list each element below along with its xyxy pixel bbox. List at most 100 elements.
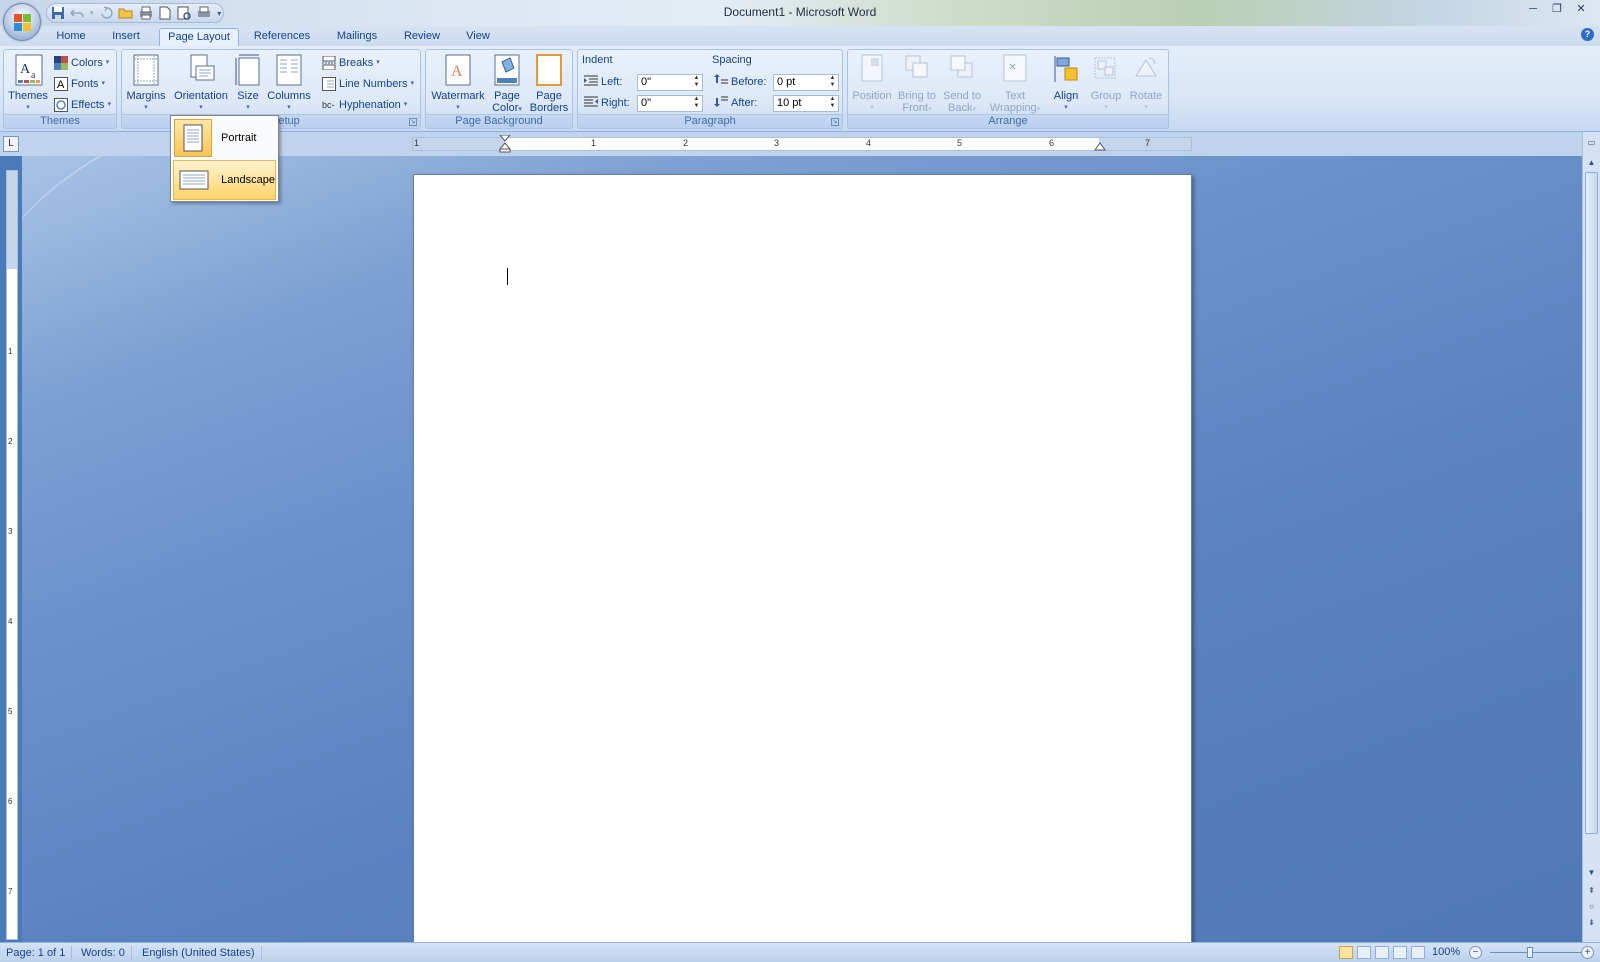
full-screen-reading-view-icon[interactable]	[1357, 946, 1371, 959]
spacing-after-spinner-icon[interactable]: ▲ ▼	[828, 96, 837, 111]
quick-print-icon[interactable]	[138, 6, 154, 20]
zoom-in-icon[interactable]: +	[1581, 946, 1594, 959]
indent-left-spinner-icon[interactable]: ▲ ▼	[692, 75, 701, 90]
scroll-down-icon[interactable]: ▼	[1585, 866, 1598, 879]
bring-to-front-button[interactable]: Bring to Front▾	[894, 54, 940, 116]
spacing-after-field[interactable]: 10 pt ▲ ▼	[773, 95, 839, 112]
tab-references[interactable]: References	[250, 28, 314, 47]
indent-title: Indent	[582, 54, 613, 66]
orientation-button[interactable]: Orientation ▾	[172, 54, 230, 114]
horizontal-ruler[interactable]: 1 1 2 3 4 5 6 7	[412, 135, 1192, 153]
send-to-back-button[interactable]: Send to Back▾	[940, 54, 984, 116]
rotate-button[interactable]: Rotate ▾	[1126, 54, 1166, 114]
office-logo-icon	[14, 14, 32, 32]
tab-review[interactable]: Review	[400, 28, 444, 47]
language-indicator[interactable]: English (United States)	[136, 946, 262, 960]
zoom-slider-thumb[interactable]	[1527, 947, 1533, 958]
fonts-button[interactable]: A Fonts ▾	[54, 75, 105, 93]
undo-dropdown-icon[interactable]: ▾	[89, 6, 95, 20]
print-layout-view-icon[interactable]	[1339, 946, 1353, 959]
group-button[interactable]: Group ▾	[1086, 54, 1126, 114]
margins-button[interactable]: Margins ▾	[126, 54, 166, 114]
close-icon[interactable]: ✕	[1570, 1, 1592, 17]
tab-view[interactable]: View	[461, 28, 495, 47]
tab-page-layout[interactable]: Page Layout	[159, 28, 239, 47]
print-preview-icon[interactable]	[177, 6, 192, 20]
svg-text:a: a	[31, 70, 36, 81]
previous-page-icon[interactable]: ⇞	[1585, 884, 1598, 897]
page-count[interactable]: Page: 1 of 1	[0, 946, 73, 960]
align-icon	[1053, 54, 1079, 86]
web-layout-view-icon[interactable]	[1375, 946, 1389, 959]
tab-selector-icon[interactable]: L	[3, 136, 19, 152]
position-button[interactable]: Position ▾	[852, 54, 892, 114]
zoom-slider-track[interactable]	[1490, 952, 1586, 953]
redo-icon[interactable]	[99, 6, 114, 20]
indent-left-field[interactable]: 0" ▲ ▼	[637, 74, 703, 91]
tab-home[interactable]: Home	[52, 28, 90, 47]
colors-button[interactable]: Colors ▾	[54, 54, 109, 72]
size-icon	[235, 54, 261, 86]
rotate-label: Rotate	[1129, 90, 1163, 102]
save-icon[interactable]	[51, 6, 66, 20]
breaks-button[interactable]: Breaks ▾	[322, 54, 380, 72]
indent-right-spinner-icon[interactable]: ▲ ▼	[692, 96, 701, 111]
select-browse-object-icon[interactable]: ○	[1585, 900, 1598, 913]
portrait-label: Portrait	[221, 132, 257, 144]
hyphenation-button[interactable]: bc- Hyphenation ▾	[322, 96, 407, 114]
new-document-icon[interactable]	[158, 6, 173, 20]
ruler-number: 6	[1049, 138, 1055, 148]
print-icon[interactable]	[196, 6, 212, 20]
spacing-title: Spacing	[712, 54, 752, 66]
watermark-label: Watermark	[431, 90, 485, 102]
page-color-button[interactable]: Page Color▾	[488, 54, 526, 116]
restore-icon[interactable]: ❐	[1546, 1, 1568, 17]
minimize-icon[interactable]: ─	[1522, 1, 1544, 17]
vertical-scrollbar[interactable]: ▭ ▲ ▼ ⇞ ○ ⇟	[1582, 132, 1600, 942]
send-to-back-label-1: Send to	[943, 90, 981, 102]
next-page-icon[interactable]: ⇟	[1585, 916, 1598, 929]
tab-insert[interactable]: Insert	[106, 28, 146, 47]
portrait-option[interactable]: Portrait	[173, 118, 276, 158]
scrollbar-thumb[interactable]	[1585, 172, 1598, 834]
text-wrapping-button[interactable]: Text Wrapping▾	[984, 54, 1046, 116]
themes-button[interactable]: Aa Themes ▾	[8, 54, 48, 114]
open-folder-icon[interactable]	[118, 6, 134, 20]
line-numbers-button[interactable]: Line Numbers ▾	[322, 75, 414, 93]
draft-view-icon[interactable]	[1411, 946, 1425, 959]
page-color-label-2: Color	[492, 102, 519, 114]
columns-button[interactable]: Columns ▾	[266, 54, 312, 114]
size-label: Size	[237, 90, 259, 102]
customize-qat-icon[interactable]: ▾	[216, 6, 223, 20]
landscape-option[interactable]: Landscape	[173, 160, 276, 200]
ribbon-tab-row: Home Insert Page Layout References Maili…	[0, 26, 1600, 47]
text-wrapping-icon	[1002, 54, 1028, 86]
vertical-ruler[interactable]: 1 2 3 4 5 6 7	[6, 170, 18, 940]
outline-view-icon[interactable]	[1393, 946, 1407, 959]
indent-right-field[interactable]: 0" ▲ ▼	[637, 95, 703, 112]
view-ruler-icon[interactable]: ▭	[1585, 136, 1598, 149]
bring-to-front-label-2: Front	[902, 102, 929, 114]
undo-icon[interactable]	[70, 6, 85, 20]
ruler-number: 3	[8, 527, 13, 536]
tab-mailings[interactable]: Mailings	[331, 28, 383, 47]
document-page[interactable]	[413, 174, 1192, 944]
indent-marker-icon[interactable]	[499, 135, 511, 153]
scroll-up-icon[interactable]: ▲	[1585, 156, 1598, 169]
spacing-before-field[interactable]: 0 pt ▲ ▼	[773, 74, 839, 91]
align-button[interactable]: Align ▾	[1048, 54, 1084, 114]
effects-button[interactable]: Effects ▾	[54, 96, 111, 114]
help-icon[interactable]: ?	[1581, 28, 1594, 41]
spacing-before-spinner-icon[interactable]: ▲ ▼	[828, 75, 837, 90]
size-button[interactable]: Size ▾	[234, 54, 262, 114]
watermark-button[interactable]: A Watermark ▾	[430, 54, 486, 114]
ruler-number: 7	[1145, 138, 1151, 148]
page-setup-launcher-icon[interactable]: ↘	[409, 118, 417, 126]
office-button[interactable]	[3, 3, 41, 41]
word-count[interactable]: Words: 0	[75, 946, 132, 960]
paragraph-launcher-icon[interactable]: ↘	[831, 118, 839, 126]
right-indent-marker-icon[interactable]	[1094, 141, 1106, 151]
zoom-out-icon[interactable]: −	[1469, 946, 1482, 959]
zoom-level[interactable]: 100%	[1432, 946, 1460, 958]
page-borders-button[interactable]: Page Borders	[528, 54, 570, 114]
